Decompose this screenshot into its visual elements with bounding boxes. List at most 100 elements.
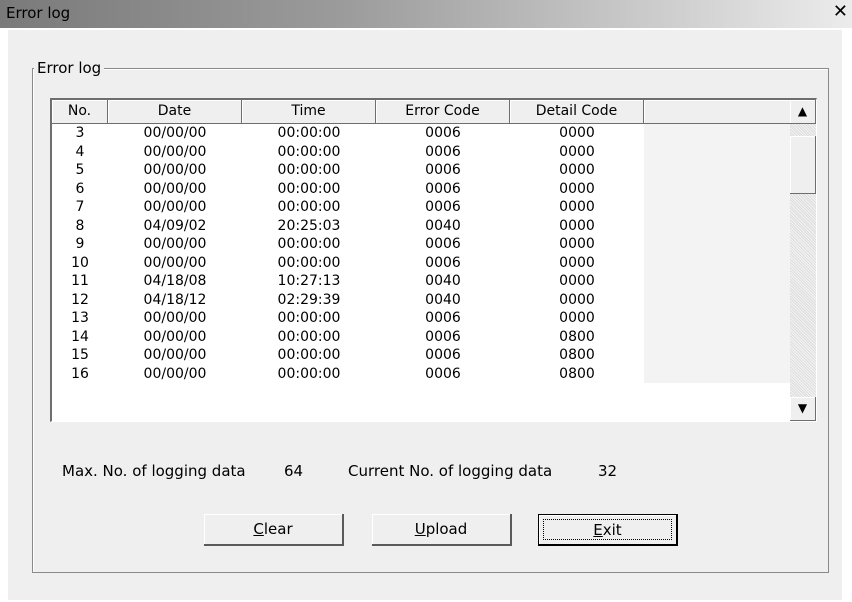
cell-detail-code: 0000 <box>559 217 595 234</box>
cell-date: 00/00/00 <box>143 365 207 382</box>
table-row[interactable]: 7 00/00/00 00:00:00 0006 0000 <box>52 198 792 217</box>
table-row[interactable]: 16 00/00/00 00:00:00 0006 0800 <box>52 364 792 383</box>
table-row[interactable]: 8 04/09/02 20:25:03 0040 0000 <box>52 216 792 235</box>
cell-no: 11 <box>71 273 89 289</box>
table-row[interactable]: 12 04/18/12 02:29:39 0040 0000 <box>52 290 792 309</box>
cell-time: 00:00:00 <box>277 347 341 363</box>
cell-detail-code: 0000 <box>559 236 595 252</box>
cell-date: 00/00/00 <box>143 199 207 215</box>
cell-date: 00/00/00 <box>143 162 207 178</box>
focus-rectangle <box>543 519 672 540</box>
column-header-detail-code[interactable]: Detail Code <box>510 100 644 124</box>
cell-time: 20:25:03 <box>277 217 341 234</box>
table-row[interactable]: 6 00/00/00 00:00:00 0006 0000 <box>52 179 792 198</box>
cell-no: 12 <box>71 291 89 308</box>
cell-date: 04/18/08 <box>143 273 207 289</box>
cell-date: 00/00/00 <box>143 236 207 252</box>
close-icon[interactable]: ✕ <box>833 2 848 22</box>
column-header-date[interactable]: Date <box>108 100 242 124</box>
table-row[interactable]: 9 00/00/00 00:00:00 0006 0000 <box>52 235 792 254</box>
cell-date: 00/00/00 <box>143 347 207 363</box>
vertical-scrollbar[interactable]: ▲ ▼ <box>790 100 816 421</box>
table-row[interactable]: 11 04/18/08 10:27:13 0040 0000 <box>52 272 792 291</box>
column-header-empty <box>644 100 792 124</box>
table-row[interactable]: 14 00/00/00 00:00:00 0006 0800 <box>52 327 792 346</box>
table-row[interactable]: 4 00/00/00 00:00:00 0006 0000 <box>52 142 792 161</box>
column-header-no[interactable]: No. <box>52 100 108 124</box>
cell-time: 00:00:00 <box>277 180 341 197</box>
cell-time: 00:00:00 <box>277 143 341 160</box>
cell-filler <box>644 327 792 346</box>
cell-filler <box>644 198 792 217</box>
cell-error-code: 0006 <box>425 254 461 271</box>
cell-time: 10:27:13 <box>277 273 341 289</box>
scroll-up-icon[interactable]: ▲ <box>790 100 816 124</box>
cell-filler <box>644 179 792 198</box>
table-row[interactable]: 10 00/00/00 00:00:00 0006 0000 <box>52 253 792 272</box>
cell-error-code: 0006 <box>425 162 461 178</box>
cell-filler <box>644 309 792 328</box>
cell-error-code: 0006 <box>425 143 461 160</box>
window-title: Error log <box>6 4 71 22</box>
cell-date: 00/00/00 <box>143 143 207 160</box>
upload-button[interactable]: Upload <box>372 514 512 546</box>
cell-no: 3 <box>75 125 85 141</box>
cell-no: 15 <box>71 347 89 363</box>
table-row[interactable]: 13 00/00/00 00:00:00 0006 0000 <box>52 309 792 328</box>
table-row[interactable]: 5 00/00/00 00:00:00 0006 0000 <box>52 161 792 180</box>
clear-label: lear <box>263 520 293 538</box>
scroll-thumb[interactable] <box>790 136 816 194</box>
cell-time: 00:00:00 <box>277 125 341 141</box>
scroll-down-icon[interactable]: ▼ <box>790 397 816 421</box>
cell-detail-code: 0800 <box>559 328 595 345</box>
cell-no: 14 <box>71 328 89 345</box>
cell-filler <box>644 272 792 291</box>
cell-error-code: 0006 <box>425 236 461 252</box>
column-header-error-code[interactable]: Error Code <box>376 100 510 124</box>
error-log-table[interactable]: No. Date Time Error Code Detail Code 3 00… <box>50 98 817 422</box>
cell-detail-code: 0800 <box>559 365 595 382</box>
cell-error-code: 0006 <box>425 328 461 345</box>
cell-date: 04/09/02 <box>143 217 207 234</box>
groupbox-label: Error log <box>34 60 105 76</box>
title-bar: Error log ✕ <box>0 0 852 28</box>
cell-time: 00:00:00 <box>277 254 341 271</box>
max-logging-label: Max. No. of logging data <box>62 462 246 480</box>
cell-filler <box>644 290 792 309</box>
cell-filler <box>644 253 792 272</box>
cell-no: 9 <box>75 236 85 252</box>
clear-mnemonic: C <box>253 520 264 538</box>
cell-error-code: 0040 <box>425 273 461 289</box>
cell-error-code: 0006 <box>425 199 461 215</box>
cell-filler <box>644 364 792 383</box>
cell-no: 4 <box>75 143 85 160</box>
cell-error-code: 0006 <box>425 365 461 382</box>
cell-filler <box>644 161 792 180</box>
cell-no: 6 <box>75 180 85 197</box>
cell-date: 00/00/00 <box>143 180 207 197</box>
clear-button[interactable]: Clear <box>204 514 344 546</box>
cell-filler <box>644 124 792 143</box>
cell-time: 00:00:00 <box>277 199 341 215</box>
cell-detail-code: 0000 <box>559 310 595 326</box>
upload-mnemonic: U <box>414 520 426 538</box>
cell-detail-code: 0000 <box>559 162 595 178</box>
cell-detail-code: 0000 <box>559 143 595 160</box>
max-logging-value: 64 <box>284 462 304 480</box>
table-header: No. Date Time Error Code Detail Code <box>52 100 792 124</box>
cell-detail-code: 0000 <box>559 180 595 197</box>
table-row[interactable]: 3 00/00/00 00:00:00 0006 0000 <box>52 124 792 143</box>
cell-detail-code: 0000 <box>559 125 595 141</box>
cell-date: 00/00/00 <box>143 328 207 345</box>
cell-time: 00:00:00 <box>277 310 341 326</box>
cell-error-code: 0006 <box>425 180 461 197</box>
cell-error-code: 0006 <box>425 347 461 363</box>
cell-time: 00:00:00 <box>277 365 341 382</box>
cell-error-code: 0006 <box>425 310 461 326</box>
table-row[interactable]: 15 00/00/00 00:00:00 0006 0800 <box>52 346 792 365</box>
cell-error-code: 0040 <box>425 217 461 234</box>
exit-button[interactable]: Exit <box>538 514 678 546</box>
cell-detail-code: 0000 <box>559 273 595 289</box>
cell-date: 00/00/00 <box>143 125 207 141</box>
column-header-time[interactable]: Time <box>242 100 376 124</box>
